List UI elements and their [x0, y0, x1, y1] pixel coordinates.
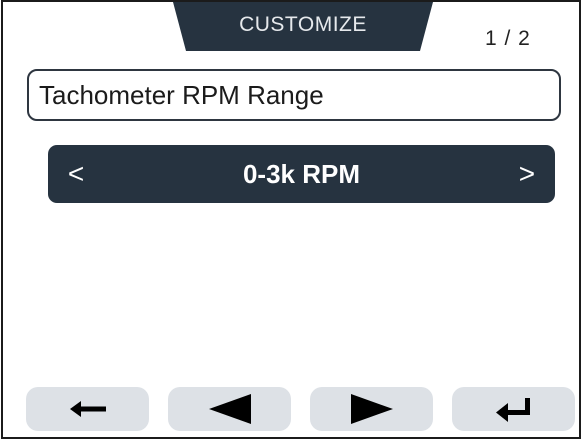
back-arrow-icon: [68, 399, 108, 419]
selector-prev-button[interactable]: <: [60, 158, 92, 190]
selector-value: 0-3k RPM: [242, 158, 361, 189]
footer-button-bar: [26, 387, 576, 431]
customize-tab: CUSTOMIZE: [173, 2, 433, 51]
screen-frame: CUSTOMIZE 1 / 2 Tachometer RPM Range < 0…: [1, 0, 581, 439]
back-button[interactable]: [26, 387, 149, 431]
tab-label: CUSTOMIZE: [239, 12, 367, 36]
right-triangle-icon: [349, 393, 395, 425]
enter-button[interactable]: [452, 387, 575, 431]
left-triangle-icon: [207, 393, 253, 425]
next-button[interactable]: [310, 387, 433, 431]
setting-title-box: Tachometer RPM Range: [27, 69, 561, 121]
value-selector: < 0-3k RPM >: [48, 145, 555, 203]
enter-return-icon: [494, 395, 534, 423]
selector-next-button[interactable]: >: [511, 158, 543, 190]
previous-button[interactable]: [168, 387, 291, 431]
setting-title: Tachometer RPM Range: [39, 79, 324, 110]
page-indicator: 1 / 2: [485, 27, 531, 50]
